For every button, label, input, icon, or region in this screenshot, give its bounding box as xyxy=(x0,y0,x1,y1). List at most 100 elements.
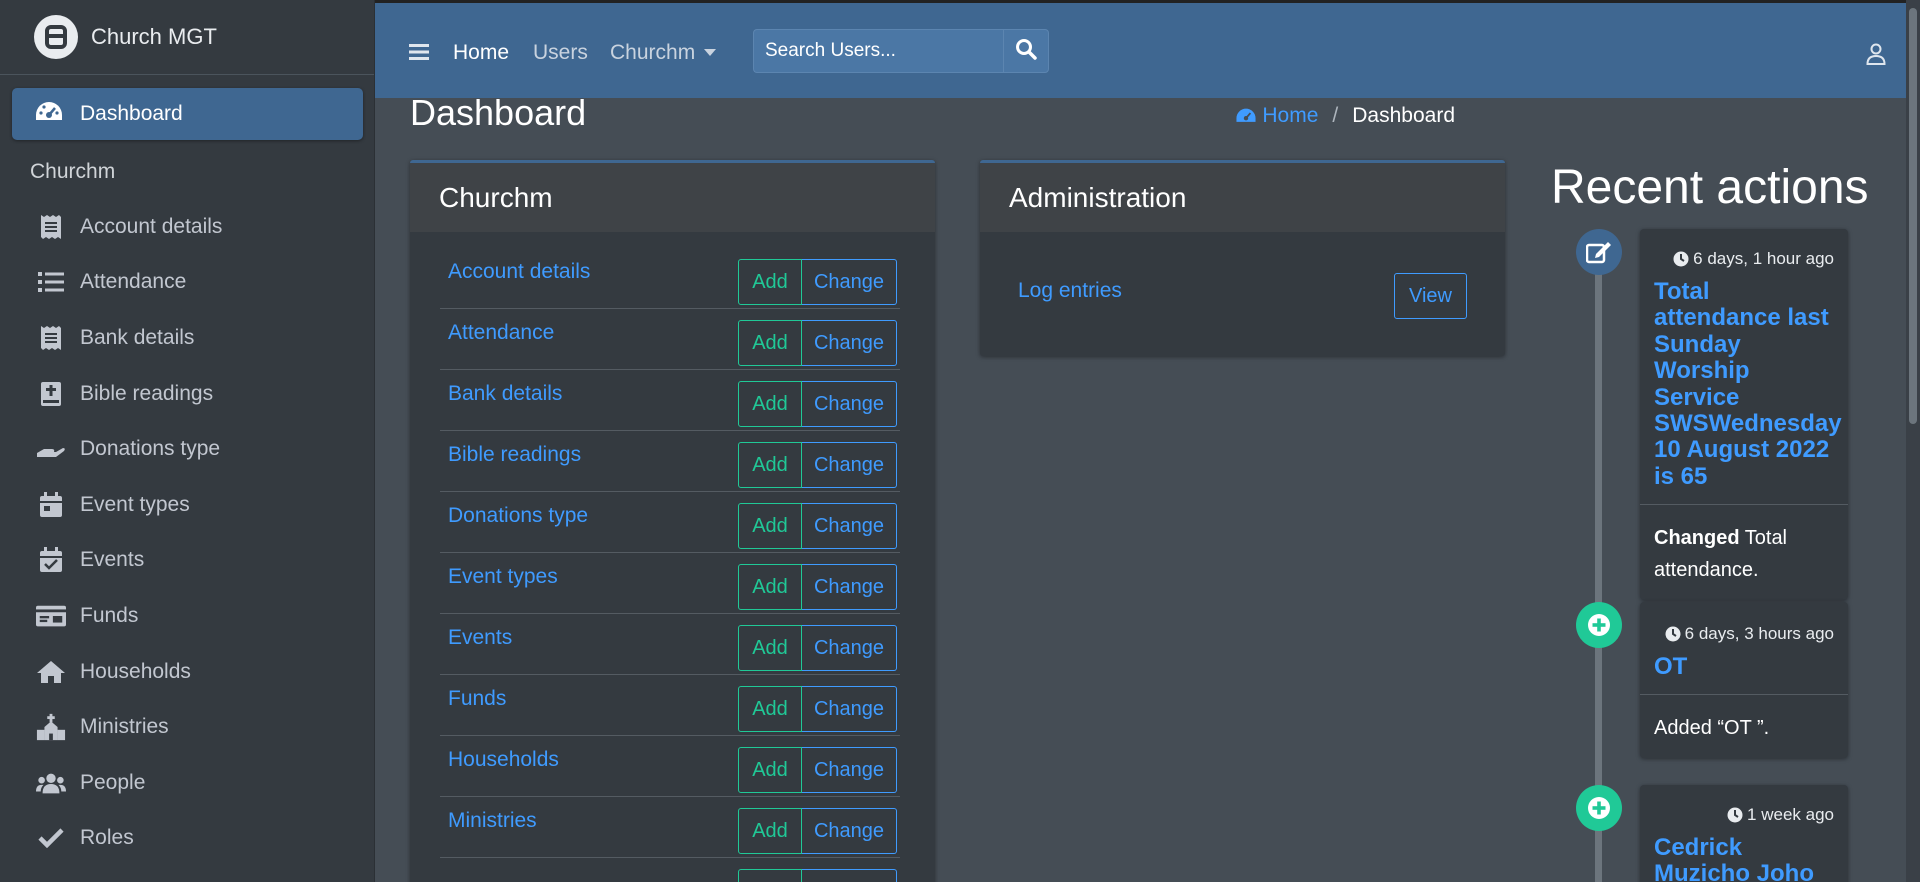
nav-users-link[interactable]: Users xyxy=(533,41,588,65)
sidebar-item-event-types[interactable]: Event types xyxy=(0,477,374,533)
recent-action-link[interactable]: OT xyxy=(1640,644,1848,694)
model-row: Event types Add Change xyxy=(440,553,900,614)
model-row: Donations type Add Change xyxy=(440,492,900,553)
model-row: Bible readings Add Change xyxy=(440,431,900,492)
view-log-entries-button[interactable]: View xyxy=(1394,273,1467,319)
check-icon xyxy=(36,828,66,849)
recent-action-body: Added “OT ”. xyxy=(1640,694,1848,758)
change-button[interactable]: Change xyxy=(802,259,897,305)
sidebar-section-header: Churchm xyxy=(30,160,116,183)
sidebar-item-roles[interactable]: Roles xyxy=(0,811,374,867)
sidebar-item-label: Funds xyxy=(80,603,139,627)
model-link[interactable]: Bible readings xyxy=(448,443,581,467)
home-icon xyxy=(36,660,66,684)
sidebar-item-label: Attendance xyxy=(80,270,187,294)
sidebar-item-people[interactable]: People xyxy=(0,755,374,811)
sidebar-item-donations-type[interactable]: Donations type xyxy=(0,421,374,477)
recent-action-link[interactable]: Total attendance last Sunday Worship Ser… xyxy=(1640,269,1848,504)
model-link[interactable]: Event types xyxy=(448,565,558,589)
nav-home-link[interactable]: Home xyxy=(453,41,509,65)
churchm-card-title: Churchm xyxy=(410,163,935,232)
recent-action-time: 6 days, 1 hour ago xyxy=(1640,229,1848,269)
model-row: Funds Add Change xyxy=(440,675,900,736)
change-button[interactable]: Change xyxy=(802,747,897,793)
change-button[interactable]: Change xyxy=(802,381,897,427)
user-icon[interactable] xyxy=(1866,43,1886,70)
sidebar-item-bible-readings[interactable]: Bible readings xyxy=(0,366,374,422)
brand-name: Church MGT xyxy=(91,24,217,49)
nav-churchm-dropdown[interactable]: Churchm xyxy=(610,41,717,65)
change-button[interactable]: Change xyxy=(802,869,897,882)
add-button[interactable]: Add xyxy=(738,442,802,488)
change-button[interactable]: Change xyxy=(802,625,897,671)
model-row: Ministries Add Change xyxy=(440,797,900,858)
change-button[interactable]: Change xyxy=(802,564,897,610)
tachometer-icon xyxy=(34,100,64,129)
add-button[interactable]: Add xyxy=(738,259,802,305)
calendar-icon xyxy=(36,491,66,518)
bible-icon xyxy=(36,381,66,407)
model-link[interactable]: Events xyxy=(448,626,512,650)
model-link[interactable]: Households xyxy=(448,748,559,772)
add-button[interactable]: Add xyxy=(738,503,802,549)
sidebar: Church MGT Dashboard Churchm Account det… xyxy=(0,0,375,882)
add-button[interactable]: Add xyxy=(738,625,802,671)
model-actions: AddChange xyxy=(738,259,897,305)
clock-icon xyxy=(1665,626,1685,642)
recent-action-time-text: 6 days, 3 hours ago xyxy=(1684,624,1834,643)
scrollbar-thumb[interactable] xyxy=(1909,8,1917,424)
sidebar-item-funds[interactable]: Funds xyxy=(0,588,374,644)
change-button[interactable]: Change xyxy=(802,808,897,854)
recent-action-link[interactable]: Cedrick Muzicho Joho xyxy=(1640,825,1848,882)
model-link[interactable]: Donations type xyxy=(448,504,588,528)
model-link[interactable]: Attendance xyxy=(448,321,554,345)
sidebar-item-ministries[interactable]: Ministries xyxy=(0,699,374,755)
brand-link[interactable]: Church MGT xyxy=(0,0,374,75)
search-button[interactable] xyxy=(1003,29,1049,73)
model-link[interactable]: Ministries xyxy=(448,809,537,833)
add-button[interactable]: Add xyxy=(738,320,802,366)
model-link[interactable]: Funds xyxy=(448,687,506,711)
add-button[interactable]: Add xyxy=(738,381,802,427)
sidebar-item-bank-details[interactable]: Bank details xyxy=(0,310,374,366)
model-actions: AddChange xyxy=(738,686,897,732)
page-scrollbar[interactable] xyxy=(1906,0,1920,882)
edit-icon xyxy=(1576,229,1622,275)
add-button[interactable]: Add xyxy=(738,869,802,882)
sidebar-item-dashboard[interactable]: Dashboard xyxy=(12,88,363,140)
recent-action-item: 6 days, 3 hours ago OT Added “OT ”. xyxy=(1640,602,1848,759)
search-icon xyxy=(1015,38,1037,65)
breadcrumb-current: Dashboard xyxy=(1352,104,1455,127)
administration-card: Administration Log entries View xyxy=(980,160,1505,356)
sidebar-item-account-details[interactable]: Account details xyxy=(0,199,374,255)
breadcrumb-home-link[interactable]: Home xyxy=(1235,104,1318,128)
sidebar-item-events[interactable]: Events xyxy=(0,533,374,589)
model-actions: AddChange xyxy=(738,747,897,793)
add-button[interactable]: Add xyxy=(738,564,802,610)
model-actions: AddChange xyxy=(738,381,897,427)
receipt-icon xyxy=(36,325,66,351)
log-entries-link[interactable]: Log entries xyxy=(1018,279,1122,303)
add-button[interactable]: Add xyxy=(738,747,802,793)
change-button[interactable]: Change xyxy=(802,320,897,366)
change-button[interactable]: Change xyxy=(802,686,897,732)
users-icon xyxy=(36,772,66,794)
change-button[interactable]: Change xyxy=(802,503,897,549)
breadcrumb-separator: / xyxy=(1332,104,1339,127)
hand-holding-icon xyxy=(36,439,66,459)
add-button[interactable]: Add xyxy=(738,808,802,854)
add-button[interactable]: Add xyxy=(738,686,802,732)
model-link[interactable]: Bank details xyxy=(448,382,562,406)
model-link[interactable]: Account details xyxy=(448,260,590,284)
menu-toggle-icon[interactable] xyxy=(409,43,429,66)
sidebar-item-households[interactable]: Households xyxy=(0,644,374,700)
search-input[interactable] xyxy=(753,29,1003,73)
sidebar-item-label: Events xyxy=(80,548,145,572)
change-button[interactable]: Change xyxy=(802,442,897,488)
model-actions: AddChange xyxy=(738,442,897,488)
plus-circle-icon xyxy=(1576,785,1622,831)
sidebar-item-attendance[interactable]: Attendance xyxy=(0,255,374,311)
receipt-icon xyxy=(36,214,66,240)
sidebar-item-label: Roles xyxy=(80,826,134,850)
administration-card-title: Administration xyxy=(980,163,1505,232)
